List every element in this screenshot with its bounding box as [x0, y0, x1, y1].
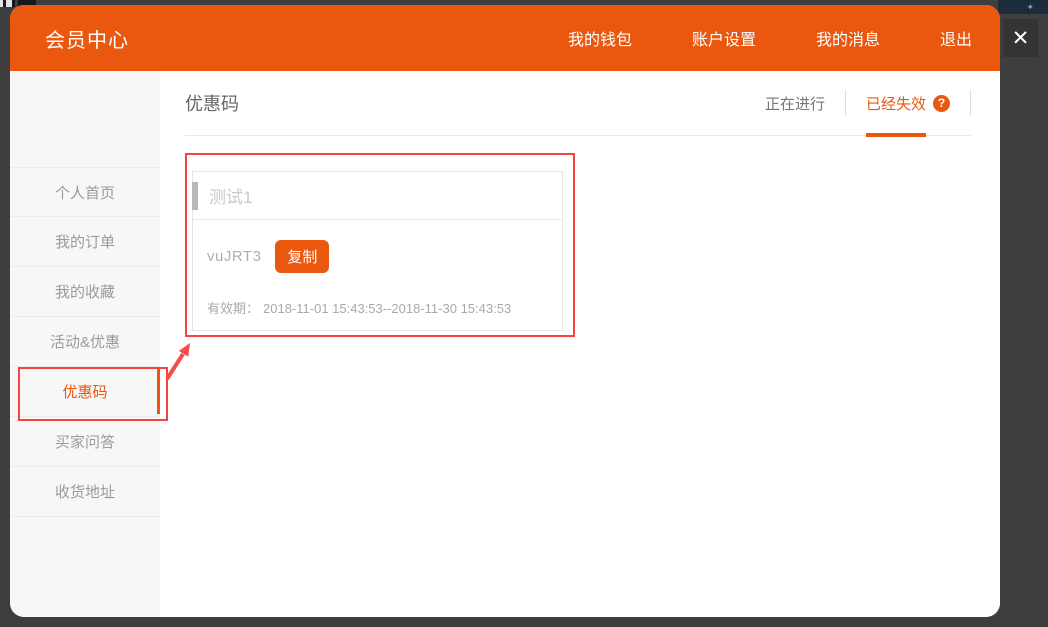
sidebar-item-coupon-code[interactable]: 优惠码	[10, 367, 160, 417]
member-center-modal: 会员中心 我的钱包 账户设置 我的消息 退出 个人首页 我的订单 我的收藏	[10, 5, 1000, 617]
sidebar-item-home[interactable]: 个人首页	[10, 167, 160, 217]
sidebar-item-label: 我的收藏	[55, 281, 115, 302]
coupon-card: 测试1 vuJRT3 复制 有效期： 2018-11-01 15:43:53--2…	[192, 171, 563, 331]
tab-label: 正在进行	[765, 93, 825, 114]
page-title: 优惠码	[185, 90, 239, 116]
modal-title: 会员中心	[45, 24, 129, 53]
page-edge-artifact	[0, 0, 15, 7]
help-icon[interactable]: ?	[933, 95, 950, 112]
content-header: 优惠码 正在进行 已经失效 ?	[185, 71, 971, 136]
tabs: 正在进行 已经失效 ?	[745, 71, 971, 135]
coupon-card-header: 测试1	[193, 172, 562, 220]
coupon-marker-bar	[192, 182, 198, 210]
validity-label: 有效期：	[207, 301, 259, 316]
sidebar-item-label: 个人首页	[55, 182, 115, 203]
coupon-validity: 有效期： 2018-11-01 15:43:53--2018-11-30 15:4…	[207, 298, 547, 317]
coupon-code-row: vuJRT3 复制	[207, 240, 547, 273]
sidebar-item-shipping-address[interactable]: 收货地址	[10, 467, 160, 517]
validity-value: 2018-11-01 15:43:53--2018-11-30 15:43:53	[263, 301, 511, 316]
sidebar-item-label: 收货地址	[55, 481, 115, 502]
modal-body: 个人首页 我的订单 我的收藏 活动&优惠 优惠码 买家问答	[10, 71, 1000, 617]
coupon-card-body: vuJRT3 复制 有效期： 2018-11-01 15:43:53--2018-…	[193, 220, 562, 317]
nav-my-messages[interactable]: 我的消息	[816, 26, 880, 50]
tab-active-coupons[interactable]: 正在进行	[745, 71, 845, 135]
nav-logout[interactable]: 退出	[940, 26, 972, 50]
coupon-code: vuJRT3	[207, 248, 261, 265]
page-behind-strip: ✦	[998, 0, 1048, 14]
annotation-box-coupon: 测试1 vuJRT3 复制 有效期： 2018-11-01 15:43:53--2…	[185, 153, 575, 337]
content-panel: 优惠码 正在进行 已经失效 ?	[160, 71, 1000, 617]
sidebar-item-orders[interactable]: 我的订单	[10, 217, 160, 267]
coupon-name: 测试1	[209, 183, 252, 208]
tab-label: 已经失效	[866, 93, 926, 114]
nav-account-settings[interactable]: 账户设置	[692, 26, 756, 50]
header-nav: 我的钱包 账户设置 我的消息 退出	[568, 26, 972, 50]
nav-my-wallet[interactable]: 我的钱包	[568, 26, 632, 50]
tab-divider	[970, 90, 971, 116]
sidebar-item-promotions[interactable]: 活动&优惠	[10, 317, 160, 367]
modal-header: 会员中心 我的钱包 账户设置 我的消息 退出	[10, 5, 1000, 71]
sidebar-item-label: 优惠码	[62, 381, 107, 402]
copy-button[interactable]: 复制	[275, 240, 329, 273]
close-icon: ✕	[1012, 26, 1030, 51]
sidebar-item-buyer-qa[interactable]: 买家问答	[10, 417, 160, 467]
sidebar-item-label: 买家问答	[55, 431, 115, 452]
sparkle-icon: ✦	[1026, 1, 1034, 13]
tab-expired-coupons[interactable]: 已经失效 ?	[846, 71, 970, 135]
sidebar-item-favorites[interactable]: 我的收藏	[10, 267, 160, 317]
sidebar-item-label: 我的订单	[55, 231, 115, 252]
close-button[interactable]: ✕	[1003, 19, 1038, 57]
sidebar: 个人首页 我的订单 我的收藏 活动&优惠 优惠码 买家问答	[10, 71, 160, 617]
sidebar-item-label: 活动&优惠	[50, 331, 120, 352]
